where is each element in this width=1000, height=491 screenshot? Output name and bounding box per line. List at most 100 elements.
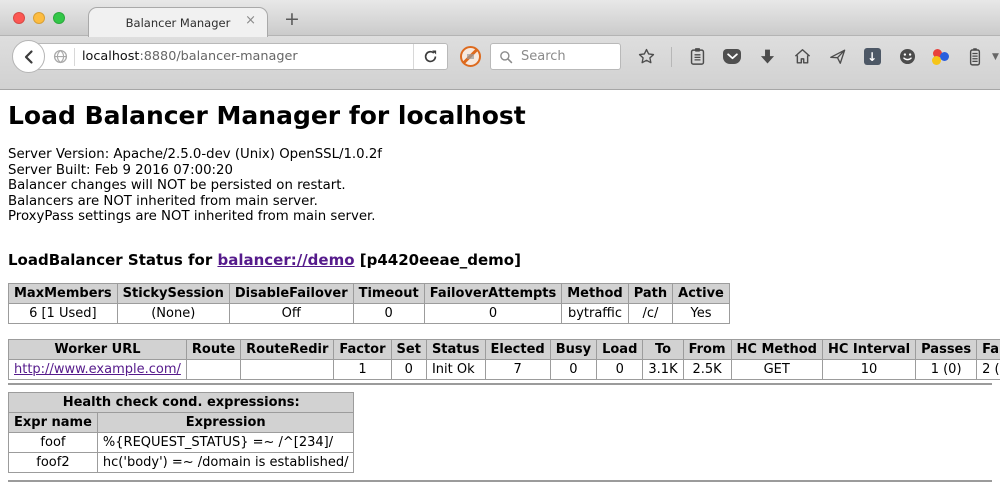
busy-cell: 0 (550, 359, 596, 379)
divider (8, 480, 992, 482)
status-heading-suffix: [p4420eeae_demo] (355, 251, 521, 269)
column-header: HC Method (731, 339, 822, 359)
server-info: Server Version: Apache/2.5.0-dev (Unix) … (8, 147, 992, 225)
server-version-line: Server Version: Apache/2.5.0-dev (Unix) … (8, 147, 992, 163)
browser-tab[interactable]: Balancer Manager × (88, 7, 268, 37)
fails-cell: 2 (0) (977, 359, 1000, 379)
status-cell: Init Ok (426, 359, 485, 379)
worker-row: http://www.example.com/ 1 0 Init Ok 7 0 … (9, 359, 1000, 379)
column-header: RouteRedir (241, 339, 334, 359)
url-separator (74, 48, 75, 66)
page-content: Load Balancer Manager for localhost Serv… (0, 101, 1000, 482)
tab-close-icon[interactable]: × (245, 14, 256, 27)
column-header: Set (391, 339, 426, 359)
window-close-button[interactable] (13, 12, 25, 24)
chevron-down-icon[interactable]: ▼ (992, 52, 999, 62)
column-header: StickySession (117, 283, 229, 303)
search-icon (499, 50, 513, 64)
column-header: Expr name (9, 412, 98, 432)
table-title-row: Health check cond. expressions: (9, 392, 354, 412)
timeout-cell: 0 (353, 303, 424, 323)
download-arrow-icon[interactable] (757, 46, 777, 68)
back-button[interactable] (12, 40, 45, 73)
column-header: Method (562, 283, 628, 303)
column-header: Fails (977, 339, 1000, 359)
url-text[interactable]: localhost:8880/balancer-manager (82, 49, 413, 64)
route-cell (186, 359, 240, 379)
table-row: foof %{REQUEST_STATUS} =~ /^[234]/ (9, 432, 354, 452)
window-minimize-button[interactable] (33, 12, 45, 24)
table-header-row: Expr name Expression (9, 412, 354, 432)
back-arrow-icon (21, 49, 37, 65)
column-header: Passes (916, 339, 977, 359)
stickysession-cell: (None) (117, 303, 229, 323)
column-header: MaxMembers (9, 283, 118, 303)
globe-icon (53, 49, 68, 64)
column-header: FailoverAttempts (424, 283, 562, 303)
active-cell: Yes (673, 303, 730, 323)
health-table-title: Health check cond. expressions: (9, 392, 354, 412)
send-plane-icon[interactable] (827, 46, 847, 68)
inherit-notice-line: Balancers are NOT inherited from main se… (8, 194, 992, 210)
home-icon[interactable] (792, 46, 812, 68)
expression-cell: hc('body') =~ /domain is established/ (97, 452, 354, 472)
disablefailover-cell: Off (229, 303, 353, 323)
factor-cell: 1 (334, 359, 391, 379)
from-cell: 2.5K (683, 359, 731, 379)
server-built-line: Server Built: Feb 9 2016 07:00:20 (8, 163, 992, 179)
url-path: :8880/balancer-manager (139, 49, 297, 64)
table-header-row: Worker URL Route RouteRedir Factor Set S… (9, 339, 1000, 359)
column-header: DisableFailover (229, 283, 353, 303)
search-box[interactable] (490, 43, 621, 70)
hc-method-cell: GET (731, 359, 822, 379)
new-tab-button[interactable]: + (284, 8, 300, 30)
column-header: Elected (485, 339, 550, 359)
color-dots-icon[interactable] (932, 48, 950, 66)
window-zoom-button[interactable] (53, 12, 65, 24)
load-cell: 0 (597, 359, 643, 379)
table-row: foof2 hc('body') =~ /domain is establish… (9, 452, 354, 472)
url-domain: localhost (82, 49, 139, 64)
plugin-blocked-icon[interactable] (460, 46, 481, 67)
battery-icon[interactable] (965, 46, 985, 68)
expr-name-cell: foof (9, 432, 98, 452)
column-header: Expression (97, 412, 354, 432)
search-input[interactable] (519, 48, 612, 65)
clipboard-icon[interactable] (687, 46, 707, 68)
proxypass-notice-line: ProxyPass settings are NOT inherited fro… (8, 209, 992, 225)
tab-title: Balancer Manager (126, 16, 231, 30)
reload-icon (423, 49, 438, 64)
pocket-icon[interactable] (722, 46, 742, 68)
balancer-status-heading: LoadBalancer Status for balancer://demo … (8, 251, 992, 269)
column-header: HC Interval (822, 339, 915, 359)
title-bar: Balancer Manager × + (0, 0, 1000, 36)
column-header: Path (628, 283, 672, 303)
worker-table: Worker URL Route RouteRedir Factor Set S… (8, 339, 1000, 380)
window-controls (13, 12, 65, 24)
page-title: Load Balancer Manager for localhost (8, 101, 992, 130)
boxed-download-icon[interactable]: ↓ (862, 46, 882, 68)
maxmembers-cell: 6 [1 Used] (9, 303, 118, 323)
worker-url-cell: http://www.example.com/ (9, 359, 187, 379)
path-cell: /c/ (628, 303, 672, 323)
status-heading-prefix: LoadBalancer Status for (8, 251, 217, 269)
balancer-demo-link[interactable]: balancer://demo (217, 251, 354, 269)
expr-name-cell: foof2 (9, 452, 98, 472)
column-header: Load (597, 339, 643, 359)
column-header: Active (673, 283, 730, 303)
column-header: Worker URL (9, 339, 187, 359)
column-header: Factor (334, 339, 391, 359)
expression-cell: %{REQUEST_STATUS} =~ /^[234]/ (97, 432, 354, 452)
passes-cell: 1 (0) (916, 359, 977, 379)
table-row: 6 [1 Used] (None) Off 0 0 bytraffic /c/ … (9, 303, 730, 323)
table-header-row: MaxMembers StickySession DisableFailover… (9, 283, 730, 303)
column-header: Status (426, 339, 485, 359)
persist-notice-line: Balancer changes will NOT be persisted o… (8, 178, 992, 194)
bookmark-star-icon[interactable] (636, 46, 656, 68)
divider (8, 383, 992, 385)
reload-button[interactable] (413, 44, 447, 69)
failoverattempts-cell: 0 (424, 303, 562, 323)
smiley-icon[interactable] (897, 46, 917, 68)
url-bar[interactable]: localhost:8880/balancer-manager (28, 43, 448, 70)
worker-url-link[interactable]: http://www.example.com/ (14, 362, 181, 377)
